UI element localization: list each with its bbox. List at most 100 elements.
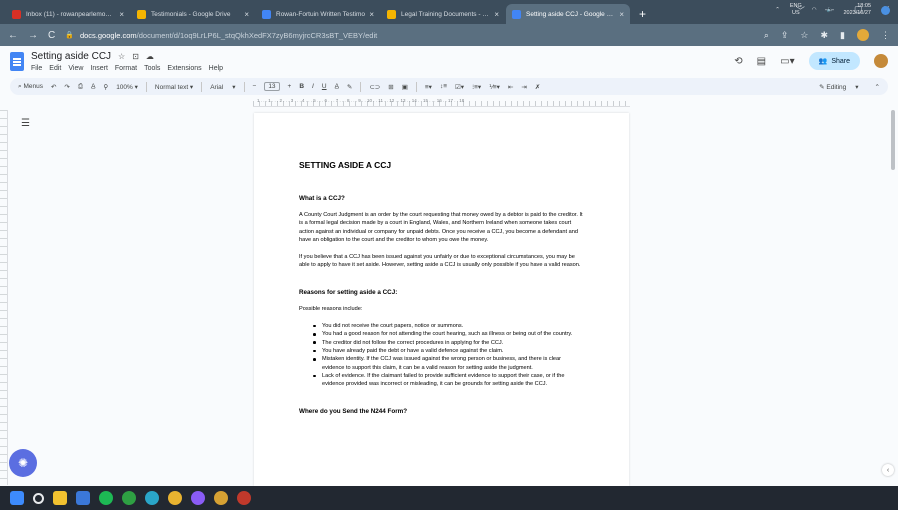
menu-tools[interactable]: Tools (144, 65, 160, 72)
tab-close-icon[interactable]: × (494, 10, 499, 19)
move-folder-icon[interactable]: ⊡ (132, 52, 139, 61)
zoom-select[interactable]: 100% ▾ (116, 83, 138, 91)
vertical-scrollbar[interactable] (890, 110, 896, 485)
search-menus-button[interactable]: ⌕ Menus (18, 83, 43, 91)
lock-icon[interactable]: 🔒 (65, 31, 74, 39)
browser-tab[interactable]: Inbox (11) - rowanpearlemon@ × (6, 4, 130, 24)
document-page[interactable]: SETTING ASIDE A CCJ What is a CCJ? A Cou… (254, 113, 629, 486)
print-icon[interactable]: ⎙ (78, 83, 83, 91)
line-spacing-icon[interactable]: ↕≡ (440, 83, 447, 90)
tab-close-icon[interactable]: × (119, 10, 124, 19)
menu-help[interactable]: Help (209, 65, 223, 72)
widgets-icon[interactable] (76, 491, 90, 505)
reason-list-item: You did not receive the court papers, no… (313, 322, 584, 330)
meet-icon[interactable]: ▭▾ (780, 56, 794, 67)
bulleted-list-icon[interactable]: ⁝≡▾ (472, 83, 481, 91)
cloud-saved-icon[interactable]: ☁ (146, 52, 154, 61)
star-icon[interactable]: ☆ (118, 52, 125, 61)
menu-file[interactable]: File (31, 65, 42, 72)
horizontal-ruler[interactable]: 1 . . . 1 . . . 2 . . . 3 . . . 4 . . . … (253, 98, 630, 107)
new-tab-button[interactable]: + (631, 4, 654, 24)
browser-tab[interactable]: Rowan-Fortuin Written Testimo × (256, 4, 380, 24)
share-button[interactable]: 👥 Share (808, 52, 860, 70)
increase-indent-icon[interactable]: ⇥ (521, 83, 526, 91)
extensions-icon[interactable]: ✱ (821, 30, 829, 41)
language-indicator[interactable]: ENG US (790, 3, 802, 17)
vertical-ruler[interactable] (0, 110, 8, 485)
paint-format-icon[interactable]: ⚲ (103, 83, 108, 91)
notification-icon[interactable] (881, 5, 890, 15)
menu-insert[interactable]: Insert (90, 65, 108, 72)
side-panel-icon[interactable]: ▮ (840, 30, 845, 41)
font-size-input[interactable]: 13 (264, 82, 280, 91)
comments-icon[interactable]: ▤ (757, 56, 766, 67)
menu-view[interactable]: View (68, 65, 83, 72)
bookmark-star-icon[interactable]: ☆ (800, 30, 808, 41)
chrome-icon[interactable] (168, 491, 182, 505)
url-field[interactable]: 🔒 docs.google.com/document/d/1oq9LrLP6L_… (65, 27, 764, 43)
menu-format[interactable]: Format (115, 65, 137, 72)
increase-font-size-button[interactable]: + (288, 83, 292, 90)
windows-start-icon[interactable] (10, 491, 24, 505)
clock[interactable]: 18:05 2023/10/27 (843, 3, 871, 17)
chrome-profile-icon[interactable] (191, 491, 205, 505)
numbered-list-icon[interactable]: ⅟≡▾ (489, 83, 500, 91)
chrome-beta-icon[interactable] (214, 491, 228, 505)
menu-extensions[interactable]: Extensions (167, 65, 201, 72)
decrease-indent-icon[interactable]: ⇤ (508, 83, 513, 91)
share-page-icon[interactable]: ⇪ (781, 30, 789, 41)
reload-icon[interactable]: C (48, 30, 55, 41)
profile-avatar[interactable] (857, 29, 869, 41)
wifi-icon[interactable]: ◠ (812, 7, 817, 13)
explore-button[interactable]: ✺ (9, 449, 37, 477)
side-panel-toggle-icon[interactable]: ‹ (882, 464, 894, 476)
show-hidden-icons[interactable]: ⌃ (775, 7, 780, 13)
search-icon[interactable] (33, 492, 44, 504)
volume-icon[interactable]: 🔈 (827, 7, 834, 13)
screen-recorder-icon[interactable] (237, 491, 251, 505)
back-icon[interactable]: ← (8, 30, 18, 41)
font-select[interactable]: Arial ▾ (210, 83, 235, 91)
undo-icon[interactable]: ↶ (51, 83, 56, 91)
spellcheck-icon[interactable]: A̲ (91, 83, 95, 90)
file-explorer-icon[interactable] (53, 491, 67, 505)
scrollbar-thumb[interactable] (891, 110, 895, 170)
spotify-icon[interactable] (99, 491, 113, 505)
link-icon[interactable]: ⊂⊃ (369, 83, 380, 91)
italic-icon[interactable]: I (312, 83, 314, 90)
tab-close-icon[interactable]: × (619, 10, 624, 19)
text-color-icon[interactable]: A̲ (335, 83, 339, 90)
docs-logo-icon[interactable] (10, 52, 24, 71)
insert-image-icon[interactable]: ▣ (402, 83, 408, 91)
document-content[interactable]: SETTING ASIDE A CCJ What is a CCJ? A Cou… (299, 160, 584, 424)
menu-edit[interactable]: Edit (49, 65, 61, 72)
document-outline-icon[interactable]: ☰ (21, 118, 30, 129)
browser-menu-icon[interactable]: ⋮ (881, 30, 890, 41)
account-avatar[interactable] (874, 54, 888, 68)
tab-close-icon[interactable]: × (244, 10, 249, 19)
bold-icon[interactable]: B (299, 83, 304, 90)
checklist-icon[interactable]: ☑▾ (455, 83, 464, 91)
align-icon[interactable]: ≡▾ (425, 83, 432, 91)
underline-icon[interactable]: U (322, 83, 327, 90)
redo-icon[interactable]: ↷ (64, 83, 69, 91)
clear-formatting-icon[interactable]: ✗ (535, 83, 540, 91)
toolbar-divider (243, 81, 245, 92)
forward-icon[interactable]: → (28, 30, 38, 41)
collapse-menu-icon[interactable]: ⌃ (875, 83, 880, 91)
decrease-font-size-button[interactable]: − (253, 83, 257, 90)
edge-icon[interactable] (145, 491, 159, 505)
style-select[interactable]: Normal text ▾ (155, 83, 193, 91)
editing-mode-select[interactable]: ✎ Editing ▾ (819, 83, 858, 91)
document-title[interactable]: Setting aside CCJ (31, 51, 111, 62)
version-history-icon[interactable]: ⟲ (734, 56, 742, 67)
language-code: ENG (789, 3, 802, 9)
highlight-icon[interactable]: ✎ (347, 83, 352, 91)
xbox-icon[interactable] (122, 491, 136, 505)
browser-tab[interactable]: Legal Training Documents - Goo × (381, 4, 505, 24)
add-comment-icon[interactable]: ⊞ (388, 83, 393, 91)
zoom-icon[interactable]: ⌕ (764, 30, 769, 41)
browser-tab[interactable]: Testimonials - Google Drive × (131, 4, 255, 24)
browser-tab[interactable]: Setting aside CCJ - Google Docs × (506, 4, 630, 24)
tab-close-icon[interactable]: × (369, 10, 374, 19)
